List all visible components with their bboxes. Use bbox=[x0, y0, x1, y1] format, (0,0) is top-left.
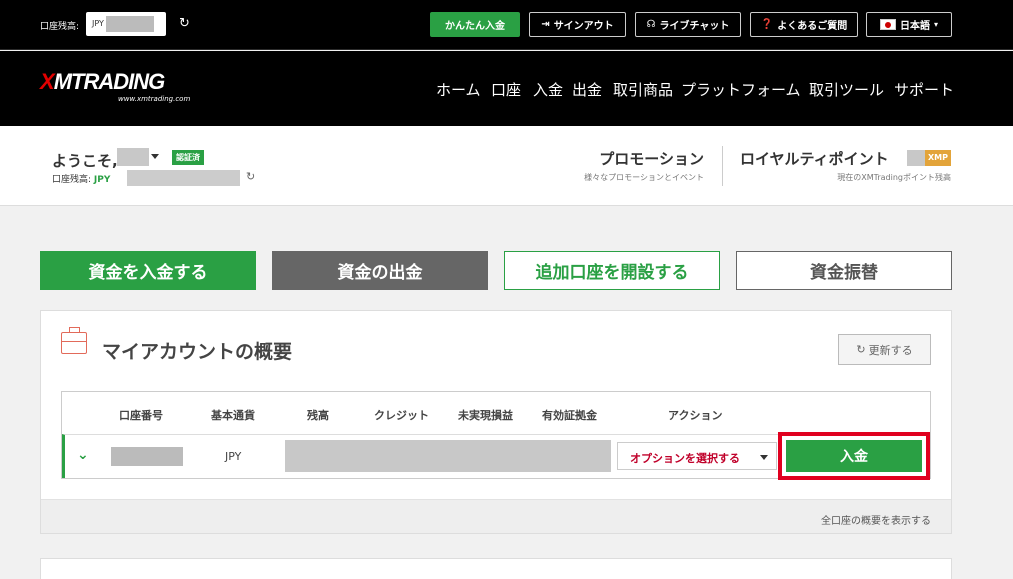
select-arrow-icon bbox=[760, 455, 768, 460]
update-button[interactable]: ↻ 更新する bbox=[838, 334, 931, 365]
nav-support[interactable]: サポート bbox=[894, 79, 954, 100]
nav-withdraw[interactable]: 出金 bbox=[572, 79, 602, 100]
panel-title: マイアカウントの概要 bbox=[102, 341, 293, 363]
action-select[interactable]: オプションを選択する bbox=[617, 442, 777, 470]
col-equity: 有効証拠金 bbox=[542, 409, 597, 422]
easy-deposit-button[interactable]: かんたん入金 bbox=[430, 12, 520, 37]
chevron-down-icon[interactable]: ⌄ bbox=[77, 447, 89, 463]
signout-label: サインアウト bbox=[553, 21, 614, 32]
balance-refresh-icon[interactable]: ↻ bbox=[246, 170, 255, 183]
refresh-icon: ↻ bbox=[856, 343, 866, 356]
welcome-balance-currency: JPY bbox=[93, 175, 111, 185]
nav-deposit[interactable]: 入金 bbox=[533, 79, 563, 100]
welcome-balance-line: 口座残高: JPY bbox=[52, 172, 110, 185]
live-chat-button[interactable]: ☊ ライブチャット bbox=[635, 12, 741, 37]
nav-tools[interactable]: 取引ツール bbox=[809, 79, 884, 100]
row-currency: JPY bbox=[225, 450, 242, 463]
briefcase-icon bbox=[61, 327, 87, 354]
main-navbar: XMTRADING www.xmtrading.com ホーム 口座 入金 出金… bbox=[0, 51, 1013, 126]
easy-deposit-label: かんたん入金 bbox=[445, 21, 505, 32]
welcome-balance-label: 口座残高: bbox=[52, 175, 92, 185]
next-panel bbox=[40, 558, 952, 579]
welcome-strip: ようこそ, 認証済 口座残高: JPY ↻ プロモーション 様々なプロモーション… bbox=[0, 126, 1013, 206]
top-balance-currency: JPY bbox=[92, 19, 104, 28]
row-deposit-button[interactable]: 入金 bbox=[786, 440, 922, 472]
logo-url: www.xmtrading.com bbox=[118, 95, 191, 103]
loyalty-points-link[interactable]: ロイヤルティポイント bbox=[740, 148, 889, 169]
nav-products[interactable]: 取引商品 bbox=[613, 79, 673, 100]
open-additional-account-button[interactable]: 追加口座を開設する bbox=[504, 251, 720, 290]
welcome-greeting: ようこそ, bbox=[52, 152, 118, 170]
japan-flag-icon bbox=[879, 19, 896, 30]
table-row: ⌄ JPY オプションを選択する 入金 bbox=[62, 432, 930, 480]
logo-text: MTRADING bbox=[53, 69, 166, 94]
loyalty-unit-badge: XMP bbox=[925, 150, 951, 166]
user-menu-caret-icon[interactable] bbox=[151, 154, 159, 159]
account-overview-panel: マイアカウントの概要 ↻ 更新する 口座番号 基本通貨 残高 クレジット 未実現… bbox=[40, 310, 952, 534]
deposit-funds-button[interactable]: 資金を入金する bbox=[40, 251, 256, 290]
col-unrealized-pl: 未実現損益 bbox=[458, 409, 513, 422]
transfer-funds-button[interactable]: 資金振替 bbox=[736, 251, 952, 290]
language-selector[interactable]: 日本語 ▾ bbox=[866, 12, 952, 37]
verified-badge: 認証済 bbox=[172, 150, 204, 165]
loyalty-points-redacted bbox=[907, 150, 925, 166]
col-base-currency: 基本通貨 bbox=[211, 409, 255, 422]
promotions-link[interactable]: プロモーション bbox=[599, 148, 704, 169]
chevron-down-icon: ▾ bbox=[933, 20, 938, 29]
top-balance-label: 口座残高: bbox=[40, 22, 80, 32]
logo-x: X bbox=[40, 69, 55, 94]
promotions-subtitle: 様々なプロモーションとイベント bbox=[584, 173, 704, 182]
refresh-icon[interactable]: ↻ bbox=[179, 16, 190, 31]
col-account-number: 口座番号 bbox=[119, 409, 163, 422]
live-chat-label: ライブチャット bbox=[659, 21, 730, 32]
panel-footer: 全口座の概要を表示する bbox=[41, 499, 951, 533]
top-bar: 口座残高: JPY ↻ かんたん入金 ⇥ サインアウト ☊ ライブチャット ❓ … bbox=[0, 0, 1013, 50]
top-balance-box: JPY bbox=[86, 12, 166, 36]
col-balance: 残高 bbox=[307, 409, 329, 422]
loyalty-subtitle: 現在のXMTradingポイント残高 bbox=[837, 173, 951, 182]
signout-button[interactable]: ⇥ サインアウト bbox=[529, 12, 626, 37]
nav-home[interactable]: ホーム bbox=[436, 79, 481, 100]
deposit-highlight-frame: 入金 bbox=[778, 432, 930, 480]
action-select-value: オプションを選択する bbox=[630, 452, 740, 465]
col-credit: クレジット bbox=[374, 409, 429, 422]
view-all-accounts-link[interactable]: 全口座の概要を表示する bbox=[821, 512, 931, 527]
top-balance-redacted bbox=[106, 16, 154, 32]
row-values-redacted bbox=[285, 440, 611, 472]
withdraw-funds-button[interactable]: 資金の出金 bbox=[272, 251, 488, 290]
nav-platforms[interactable]: プラットフォーム bbox=[681, 79, 801, 100]
update-button-label: 更新する bbox=[868, 343, 913, 357]
faq-button[interactable]: ❓ よくあるご質問 bbox=[750, 12, 858, 37]
xmtrading-logo[interactable]: XMTRADING bbox=[40, 69, 166, 95]
accounts-table: 口座番号 基本通貨 残高 クレジット 未実現損益 有効証拠金 アクション ⌄ J… bbox=[61, 391, 931, 480]
col-action: アクション bbox=[668, 409, 723, 422]
question-icon: ❓ bbox=[760, 19, 774, 30]
headset-icon: ☊ bbox=[646, 19, 656, 30]
language-label: 日本語 bbox=[899, 21, 930, 32]
divider bbox=[722, 146, 723, 186]
nav-account[interactable]: 口座 bbox=[491, 79, 521, 100]
faq-label: よくあるご質問 bbox=[777, 21, 848, 32]
username-redacted bbox=[117, 148, 149, 166]
signout-icon: ⇥ bbox=[541, 19, 550, 30]
account-number-redacted bbox=[111, 447, 183, 466]
welcome-balance-redacted bbox=[127, 170, 240, 186]
